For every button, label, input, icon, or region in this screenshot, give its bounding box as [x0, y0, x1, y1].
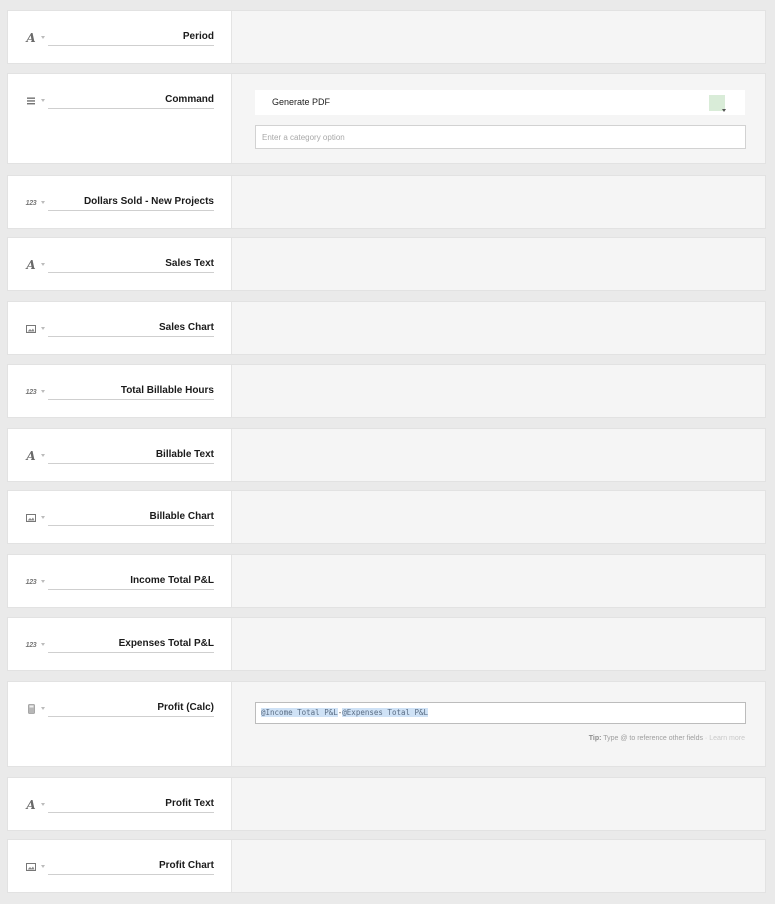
field-name-input[interactable]: Command: [48, 93, 214, 109]
field-row-dollars-sold-new-projects: 123 Dollars Sold - New Projects: [7, 175, 766, 229]
text-type-icon[interactable]: A: [24, 449, 38, 463]
field-type-dropdown-icon[interactable]: [41, 36, 45, 39]
field-type-dropdown-icon[interactable]: [41, 516, 45, 519]
field-row-profit-calc: Profit (Calc) @Income Total P&L-@Expenses…: [7, 681, 766, 767]
field-type-dropdown-icon[interactable]: [41, 201, 45, 204]
formula-tip: Tip: Type @ to reference other fields · …: [589, 735, 745, 742]
image-type-icon[interactable]: [24, 860, 38, 874]
command-option-label[interactable]: Generate PDF: [272, 97, 330, 107]
category-option-input[interactable]: [255, 125, 746, 149]
field-header: Billable Chart: [8, 491, 232, 543]
field-header: A Profit Text: [8, 778, 232, 830]
number-type-icon[interactable]: 123: [24, 575, 38, 589]
text-type-icon[interactable]: A: [24, 31, 38, 45]
field-type-dropdown-icon[interactable]: [41, 454, 45, 457]
text-type-icon[interactable]: A: [24, 258, 38, 272]
list-type-icon[interactable]: [24, 94, 38, 108]
field-row-sales-chart: Sales Chart: [7, 301, 766, 355]
field-name-input[interactable]: Profit (Calc): [48, 701, 214, 717]
field-header: Profit Chart: [8, 840, 232, 892]
field-row-command: Command Generate PDF: [7, 73, 766, 164]
field-type-dropdown-icon[interactable]: [41, 803, 45, 806]
field-name-input[interactable]: Sales Chart: [48, 321, 214, 337]
field-name-input[interactable]: Profit Chart: [48, 859, 214, 875]
field-name-input[interactable]: Expenses Total P&L: [48, 637, 214, 653]
field-header: Profit (Calc): [8, 682, 232, 766]
field-type-dropdown-icon[interactable]: [41, 327, 45, 330]
field-name-input[interactable]: Period: [48, 30, 214, 46]
field-row-profit-chart: Profit Chart: [7, 839, 766, 893]
field-reference: @Income Total P&L: [261, 708, 338, 717]
command-option[interactable]: Generate PDF: [255, 90, 745, 115]
field-list: A Period Command Generate PDF 123 Dollars Sol…: [0, 0, 775, 904]
field-header: A Period: [8, 11, 232, 63]
tip-label: Tip:: [588, 735, 602, 742]
field-name-input[interactable]: Dollars Sold - New Projects: [48, 195, 214, 211]
field-header: 123 Expenses Total P&L: [8, 618, 232, 670]
field-name-input[interactable]: Sales Text: [48, 257, 214, 273]
field-type-dropdown-icon[interactable]: [41, 643, 45, 646]
field-row-billable-chart: Billable Chart: [7, 490, 766, 544]
field-row-income-total-pandl: 123 Income Total P&L: [7, 554, 766, 608]
field-header: Sales Chart: [8, 302, 232, 354]
field-header: 123 Income Total P&L: [8, 555, 232, 607]
learn-more-link[interactable]: Learn more: [709, 735, 745, 742]
field-header: Command: [8, 74, 232, 163]
color-dropdown-icon[interactable]: [722, 109, 726, 112]
field-type-dropdown-icon[interactable]: [41, 390, 45, 393]
text-type-icon[interactable]: A: [24, 798, 38, 812]
field-row-sales-text: A Sales Text: [7, 237, 766, 291]
field-row-period: A Period: [7, 10, 766, 64]
formula-input[interactable]: @Income Total P&L-@Expenses Total P&L: [255, 702, 746, 724]
image-type-icon[interactable]: [24, 511, 38, 525]
field-header: 123 Dollars Sold - New Projects: [8, 176, 232, 228]
field-type-dropdown-icon[interactable]: [41, 263, 45, 266]
number-type-icon[interactable]: 123: [24, 638, 38, 652]
number-type-icon[interactable]: 123: [24, 196, 38, 210]
field-name-input[interactable]: Profit Text: [48, 797, 214, 813]
field-type-dropdown-icon[interactable]: [41, 99, 45, 102]
image-type-icon[interactable]: [24, 322, 38, 336]
field-type-dropdown-icon[interactable]: [41, 865, 45, 868]
field-row-total-billable-hours: 123 Total Billable Hours: [7, 364, 766, 418]
field-header: 123 Total Billable Hours: [8, 365, 232, 417]
field-name-input[interactable]: Billable Chart: [48, 510, 214, 526]
field-header: A Billable Text: [8, 429, 232, 481]
field-name-input[interactable]: Income Total P&L: [48, 574, 214, 590]
field-row-expenses-total-pandl: 123 Expenses Total P&L: [7, 617, 766, 671]
field-row-profit-text: A Profit Text: [7, 777, 766, 831]
field-type-dropdown-icon[interactable]: [41, 580, 45, 583]
number-type-icon[interactable]: 123: [24, 385, 38, 399]
field-row-billable-text: A Billable Text: [7, 428, 766, 482]
tip-text: Type @ to reference other fields: [601, 735, 703, 742]
calculator-type-icon[interactable]: [24, 702, 38, 716]
field-type-dropdown-icon[interactable]: [41, 707, 45, 710]
field-header: A Sales Text: [8, 238, 232, 290]
field-reference: @Expenses Total P&L: [342, 708, 429, 717]
field-name-input[interactable]: Billable Text: [48, 448, 214, 464]
field-name-input[interactable]: Total Billable Hours: [48, 384, 214, 400]
